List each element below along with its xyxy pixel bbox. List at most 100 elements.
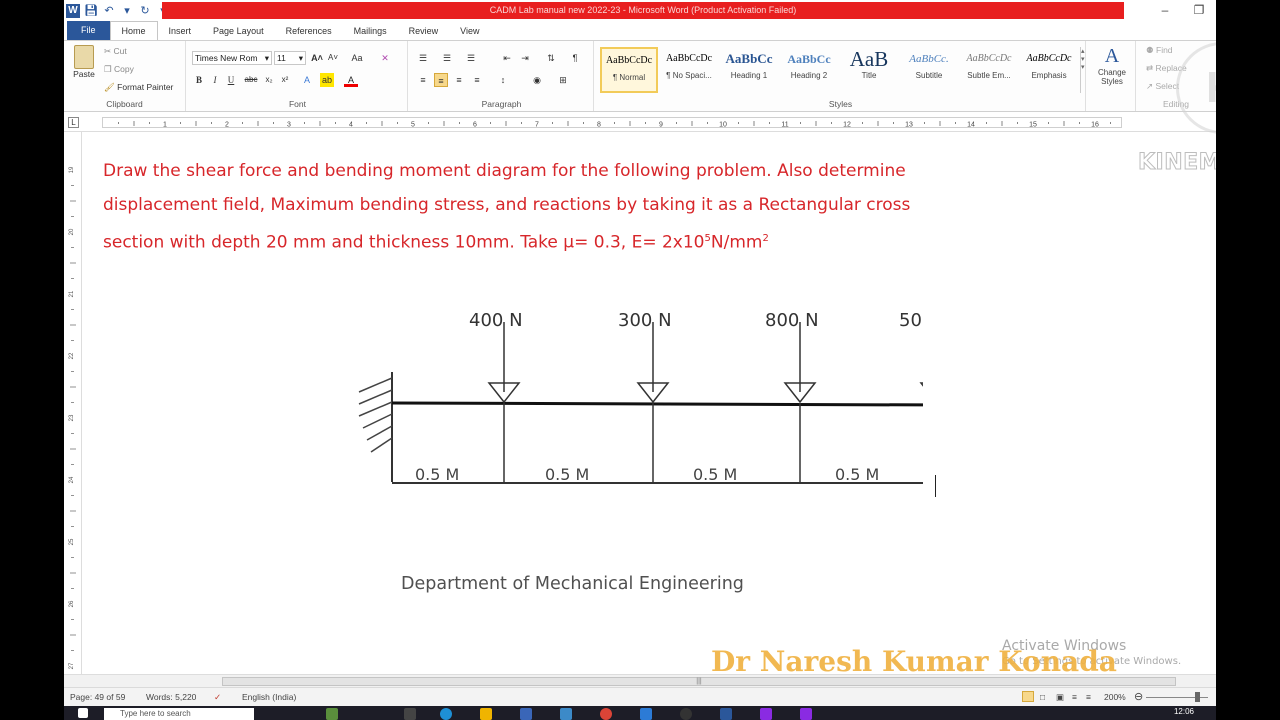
underline-icon[interactable]: U — [224, 73, 238, 87]
vruler-number: 24 — [69, 476, 75, 483]
paste-button[interactable]: Paste — [70, 45, 98, 79]
shading-icon[interactable]: ◉ — [530, 73, 544, 87]
tab-page-layout[interactable]: Page Layout — [202, 22, 275, 40]
outline-icon[interactable]: ≡ — [1072, 692, 1077, 702]
ruler-number: 12 — [843, 122, 851, 129]
change-styles-button[interactable]: A Change Styles — [1094, 45, 1130, 86]
style-subtitle[interactable]: AaBbCc. Subtitle — [900, 47, 958, 93]
word-count[interactable]: Words: 5,220 — [146, 692, 196, 702]
multilevel-list-icon[interactable]: ☰ — [464, 51, 478, 65]
windows-start-icon[interactable] — [78, 708, 88, 718]
bullets-icon[interactable]: ☰ — [416, 51, 430, 65]
file-explorer-icon[interactable] — [480, 708, 492, 720]
select-button[interactable]: ↗ Select — [1146, 81, 1179, 92]
clear-formatting-icon[interactable]: ✕ — [378, 51, 392, 65]
shrink-font-icon[interactable]: A˅ — [326, 51, 340, 65]
tab-home[interactable]: Home — [109, 21, 158, 40]
minimize-icon[interactable]: – — [1148, 0, 1182, 21]
language[interactable]: English (India) — [242, 692, 296, 702]
draft-icon[interactable]: ≡ — [1086, 692, 1091, 702]
app-icon-4[interactable] — [800, 708, 812, 720]
tab-review[interactable]: Review — [398, 22, 450, 40]
taskbar-search[interactable]: Type here to search — [104, 708, 254, 720]
undo-icon[interactable]: ↶ — [102, 4, 116, 18]
tab-insert[interactable]: Insert — [158, 22, 203, 40]
document-page[interactable]: Draw the shear force and bending moment … — [83, 132, 1216, 674]
line-spacing-icon[interactable]: ↕ — [496, 73, 510, 87]
align-left-icon[interactable]: ≡ — [416, 73, 430, 87]
tab-view[interactable]: View — [449, 22, 490, 40]
font-family-select[interactable]: Times New Rom ▾ — [192, 51, 272, 65]
edge-icon[interactable] — [440, 708, 452, 720]
borders-icon[interactable]: ⊞ — [556, 73, 570, 87]
highlight-icon[interactable]: ab — [320, 73, 334, 87]
beam-figure[interactable]: 400 N 300 N 800 N 500 N 0.5 M 0.5 M 0.5 … — [283, 292, 923, 502]
show-marks-icon[interactable]: ¶ — [568, 51, 582, 65]
screen: W 💾︎ ↶ ▾ ↻ ▾ CADM Lab manual new 2022-23… — [0, 0, 1280, 720]
grow-font-icon[interactable]: A˄ — [310, 51, 324, 65]
taskbar-clock[interactable]: 12:06 — [1174, 707, 1194, 716]
style-heading-2[interactable]: AaBbCc Heading 2 — [780, 47, 838, 93]
print-layout-icon[interactable] — [1022, 691, 1034, 702]
app-icon-3[interactable] — [760, 708, 772, 720]
tab-references[interactable]: References — [275, 22, 343, 40]
change-case-icon[interactable]: Aa — [350, 51, 364, 65]
decrease-indent-icon[interactable]: ⇤ — [500, 51, 514, 65]
tab-file[interactable]: File — [67, 21, 110, 40]
format-painter-button[interactable]: 🖌︎ Format Painter — [104, 82, 173, 93]
font-size-select[interactable]: 11 ▾ — [274, 51, 306, 65]
horizontal-ruler[interactable]: L 1234567891011121314151617 — [64, 113, 1216, 132]
clipboard-icon — [74, 45, 94, 69]
zoom-level[interactable]: 200% — [1104, 692, 1126, 702]
load-label-1: 400 N — [469, 310, 523, 331]
app-icon-2[interactable] — [680, 708, 692, 720]
style-normal[interactable]: AaBbCcDc ¶ Normal — [600, 47, 658, 93]
tab-mailings[interactable]: Mailings — [343, 22, 398, 40]
italic-icon[interactable]: I — [208, 73, 222, 87]
word-taskbar-icon[interactable] — [720, 708, 732, 720]
ruler-number: 11 — [781, 122, 788, 129]
web-layout-icon[interactable]: ▣ — [1056, 692, 1064, 703]
numbering-icon[interactable]: ☰ — [440, 51, 454, 65]
store-icon[interactable] — [520, 708, 532, 720]
strikethrough-icon[interactable]: abc — [244, 73, 258, 87]
zoom-out-icon[interactable]: ⊖ — [1134, 690, 1143, 703]
copy-button[interactable]: ❐ Copy — [104, 64, 134, 75]
page-count[interactable]: Page: 49 of 59 — [70, 692, 125, 702]
dropdown-icon[interactable]: ▾ — [120, 4, 134, 18]
find-button[interactable]: ⚉ Find — [1146, 45, 1173, 56]
redo-icon[interactable]: ↻ — [138, 4, 152, 18]
mail-icon[interactable] — [560, 708, 572, 720]
styles-scroll[interactable]: ▴ ▾ ▾ — [1080, 47, 1086, 93]
beam — [391, 401, 923, 407]
font-color-icon[interactable]: A — [344, 73, 358, 87]
text-effects-icon[interactable]: A — [300, 73, 314, 87]
tab-selector-icon[interactable]: L — [68, 117, 79, 128]
style-subtle-emphasis[interactable]: AaBbCcDc Subtle Em... — [960, 47, 1018, 93]
style-no-spacing[interactable]: AaBbCcDc ¶ No Spaci... — [660, 47, 718, 93]
task-view-icon[interactable] — [404, 708, 416, 720]
align-right-icon[interactable]: ≡ — [452, 73, 466, 87]
vertical-ruler[interactable]: 19 20 21 22 23 24 25 26 27 — [64, 132, 82, 674]
scrollbar-thumb[interactable]: ||| — [222, 677, 1176, 686]
paragraph-group: ☰ ☰ ☰ ⇤ ⇥ ⇅ ¶ ≡ ≡ ≡ ≡ ↕ ◉ ⊞ Paragraph — [410, 41, 594, 111]
subscript-icon[interactable]: x₂ — [262, 73, 276, 87]
bold-icon[interactable]: B — [192, 73, 206, 87]
cut-button[interactable]: ✂ Cut — [104, 46, 127, 57]
proofing-icon[interactable]: ✓ — [214, 692, 221, 703]
style-title[interactable]: AaB Title — [840, 47, 898, 93]
justify-icon[interactable]: ≡ — [470, 73, 484, 87]
superscript-icon[interactable]: x² — [278, 73, 292, 87]
chrome-icon[interactable] — [600, 708, 612, 720]
align-center-icon[interactable]: ≡ — [434, 73, 448, 87]
style-heading-1[interactable]: AaBbCc Heading 1 — [720, 47, 778, 93]
style-emphasis[interactable]: AaBbCcDc Emphasis — [1020, 47, 1078, 93]
taskbar-app-icon[interactable] — [326, 708, 338, 720]
zoom-slider-knob[interactable] — [1195, 692, 1200, 702]
restore-icon[interactable]: ❐ — [1182, 0, 1216, 21]
increase-indent-icon[interactable]: ⇥ — [518, 51, 532, 65]
save-icon[interactable]: 💾︎ — [84, 4, 98, 18]
sort-icon[interactable]: ⇅ — [544, 51, 558, 65]
app-icon[interactable] — [640, 708, 652, 720]
full-screen-icon[interactable]: □ — [1040, 692, 1045, 702]
